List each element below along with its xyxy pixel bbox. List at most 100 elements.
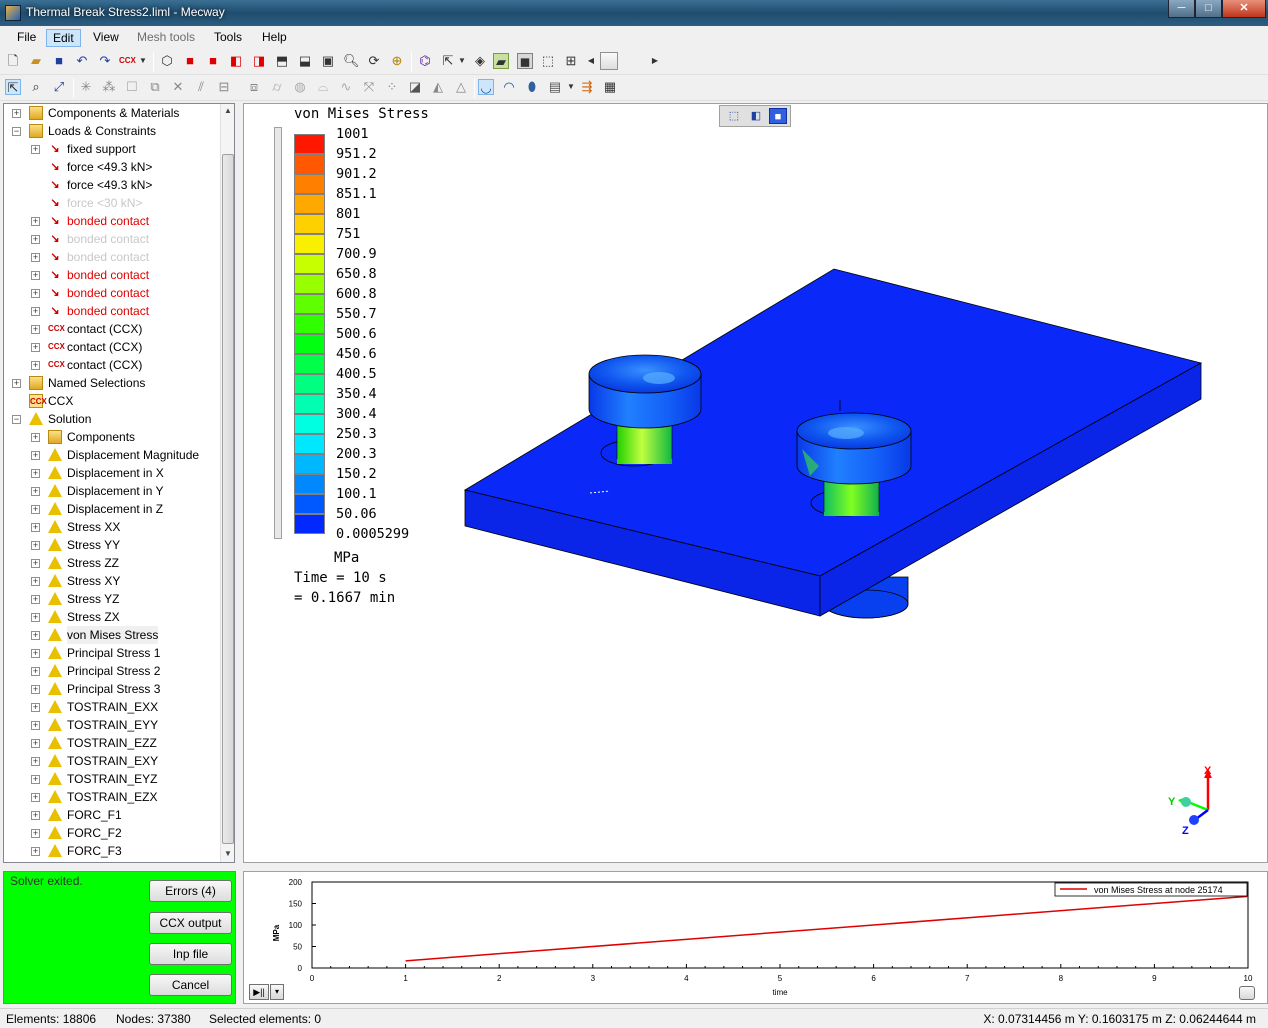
expand-icon[interactable]: + — [31, 343, 40, 352]
view-iso-icon[interactable]: ⬡ — [159, 53, 175, 69]
smooth-icon[interactable]: ∿ — [338, 79, 354, 95]
tree-item[interactable]: − Solution — [4, 410, 220, 428]
close-icon[interactable]: ✕ — [170, 79, 186, 95]
expand-icon[interactable]: + — [31, 217, 40, 226]
tree-item[interactable]: + CCX contact (CCX) — [4, 320, 220, 338]
view-right-icon[interactable]: ◨ — [251, 53, 267, 69]
expand-icon[interactable]: + — [31, 811, 40, 820]
expand-icon[interactable]: + — [31, 235, 40, 244]
node-cursor-icon[interactable]: ⇱ — [440, 53, 456, 69]
tree-item[interactable]: + TOSTRAIN_EXX — [4, 698, 220, 716]
tree-item[interactable]: + FORC_F1 — [4, 806, 220, 824]
wedge-icon[interactable]: ◪ — [407, 79, 423, 95]
tree-item[interactable]: + TOSTRAIN_EZZ — [4, 734, 220, 752]
save-icon[interactable]: ■ — [51, 53, 67, 69]
tree-item[interactable]: + ↘ bonded contact — [4, 284, 220, 302]
prism-icon[interactable]: ◭ — [430, 79, 446, 95]
tree-scrollbar[interactable]: ▲ ▼ — [220, 104, 234, 862]
tree-item[interactable]: + ↘ bonded contact — [4, 266, 220, 284]
expand-icon[interactable]: + — [31, 631, 40, 640]
menu-mesh-tools[interactable]: Mesh tools — [131, 29, 201, 47]
tree-item[interactable]: − Loads & Constraints — [4, 122, 220, 140]
tree-item[interactable]: + CCX contact (CCX) — [4, 356, 220, 374]
scroll-up-icon[interactable]: ▲ — [222, 104, 234, 118]
menu-view[interactable]: View — [87, 29, 125, 47]
tree-item[interactable]: + ↘ bonded contact — [4, 302, 220, 320]
select-pointer-icon[interactable]: ⇱ — [5, 79, 21, 95]
scale-icon[interactable]: ⤧ — [361, 79, 377, 95]
table-icon[interactable]: ▦ — [602, 79, 618, 95]
select-element-icon[interactable]: ⤢ — [51, 79, 67, 95]
expand-icon[interactable]: + — [31, 577, 40, 586]
sweep-icon[interactable]: ⌓ — [315, 79, 331, 95]
expand-icon[interactable]: + — [31, 451, 40, 460]
tree-item[interactable]: + FORC_F3 — [4, 842, 220, 860]
tree-item[interactable]: + Displacement in X — [4, 464, 220, 482]
errors-button[interactable]: Errors (4) — [149, 880, 232, 902]
expand-icon[interactable]: + — [31, 145, 40, 154]
view-top-icon[interactable]: ⬒ — [274, 53, 290, 69]
redo-icon[interactable]: ↷ — [97, 53, 113, 69]
tree-item[interactable]: + Stress ZX — [4, 608, 220, 626]
tree-item[interactable]: + Displacement in Y — [4, 482, 220, 500]
rotate-icon[interactable]: ⟳ — [366, 53, 382, 69]
tree-item[interactable]: + TOSTRAIN_EYY — [4, 716, 220, 734]
explode-icon[interactable]: ✳ — [78, 79, 94, 95]
close-button[interactable]: ✕ — [1222, 0, 1266, 18]
view-back-icon[interactable]: ■ — [205, 53, 221, 69]
extrude-icon[interactable]: ⧉ — [147, 79, 163, 95]
chevron-down-icon[interactable]: ▼ — [457, 53, 467, 69]
shell-bottom-icon[interactable]: ◠ — [501, 79, 517, 95]
tree-item[interactable]: + ↘ fixed support — [4, 140, 220, 158]
split-icon[interactable]: ⫽ — [193, 79, 209, 95]
tree-item[interactable]: + von Mises Stress — [4, 626, 220, 644]
expand-icon[interactable]: + — [31, 325, 40, 334]
tree-item[interactable]: + Displacement in Z — [4, 500, 220, 518]
tree-item[interactable]: + Displacement Magnitude — [4, 446, 220, 464]
tree-item[interactable]: + Named Selections — [4, 374, 220, 392]
menu-help[interactable]: Help — [256, 29, 293, 47]
arrows-icon[interactable]: ⇶ — [579, 79, 595, 95]
select-node-icon[interactable]: ⌕ — [28, 79, 44, 95]
scroll-thumb[interactable] — [222, 154, 234, 844]
expand-icon[interactable]: + — [31, 739, 40, 748]
view-front-icon[interactable]: ■ — [182, 53, 198, 69]
collapse-icon[interactable]: − — [12, 127, 21, 136]
collapse-icon[interactable]: − — [12, 415, 21, 424]
box-view-icon[interactable]: ▣ — [320, 53, 336, 69]
show-wireframe-icon[interactable]: ⬚ — [540, 53, 556, 69]
show-surface-icon[interactable]: ▰ — [493, 53, 509, 69]
tree-item[interactable]: + ↘ bonded contact — [4, 248, 220, 266]
tree-item[interactable]: ↘ force <30 kN> — [4, 194, 220, 212]
show-edges-icon[interactable]: ◈ — [472, 53, 488, 69]
ccx-output-button[interactable]: CCX output — [149, 912, 232, 934]
maximize-button[interactable]: □ — [1195, 0, 1222, 18]
viewport-3d[interactable]: von Mises Stress 1001 951.2 901.2 851.1 801 7… — [243, 103, 1268, 863]
tree-item[interactable]: + Stress ZZ — [4, 554, 220, 572]
expand-icon[interactable]: + — [31, 829, 40, 838]
tree-item[interactable]: + Principal Stress 1 — [4, 644, 220, 662]
expand-icon[interactable]: + — [31, 307, 40, 316]
tree-item[interactable]: + Principal Stress 2 — [4, 662, 220, 680]
minimize-button[interactable]: ─ — [1168, 0, 1195, 18]
scroll-left-icon[interactable]: ◀ — [586, 53, 596, 69]
tree-item[interactable]: + Components & Materials — [4, 104, 220, 122]
mesh-grid-icon[interactable]: ⊞ — [563, 53, 579, 69]
tree-item[interactable]: ↘ force <49.3 kN> — [4, 158, 220, 176]
expand-icon[interactable]: + — [31, 757, 40, 766]
expand-icon[interactable]: + — [31, 793, 40, 802]
chevron-down-icon[interactable]: ▼ — [566, 79, 576, 95]
tree-item[interactable]: + Stress YZ — [4, 590, 220, 608]
refine-icon[interactable]: ⊟ — [216, 79, 232, 95]
revolve-icon[interactable]: ◍ — [292, 79, 308, 95]
chevron-down-icon[interactable]: ▼ — [138, 53, 148, 69]
show-solid-icon[interactable]: ◼ — [517, 53, 533, 69]
menu-file[interactable]: File — [11, 29, 42, 47]
shell-view-icon[interactable]: ◡ — [478, 79, 494, 95]
triangle-icon[interactable]: △ — [453, 79, 469, 95]
expand-icon[interactable]: + — [31, 433, 40, 442]
expand-icon[interactable]: + — [31, 703, 40, 712]
zoom-icon[interactable]: 🔍︎ — [343, 53, 360, 69]
tree-item[interactable]: ↘ force <49.3 kN> — [4, 176, 220, 194]
cancel-button[interactable]: Cancel — [149, 974, 232, 996]
